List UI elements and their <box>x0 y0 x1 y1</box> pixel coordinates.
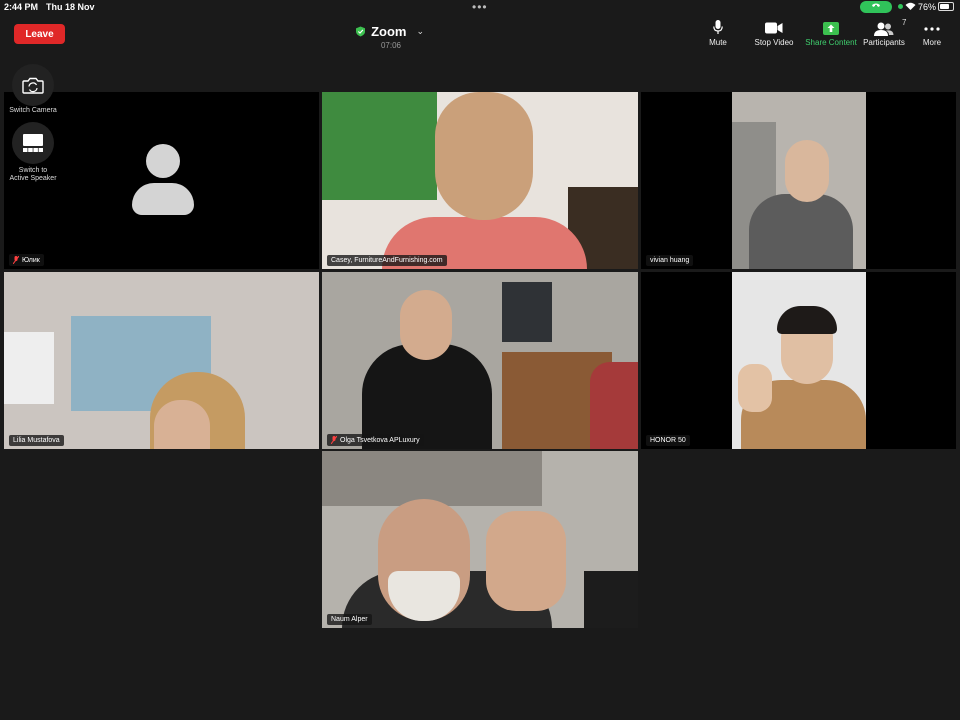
participant-name-tag: HONOR 50 <box>646 435 690 446</box>
meeting-title-text: Zoom <box>371 23 407 39</box>
switch-camera-label: Switch Camera <box>9 107 57 114</box>
mute-button[interactable]: Mute <box>703 20 733 50</box>
more-button[interactable]: More <box>918 20 946 50</box>
participant-name: Юлик <box>22 256 40 264</box>
switch-to-active-speaker-label: Switch to Active Speaker <box>2 167 64 183</box>
stop-video-button[interactable]: Stop Video <box>752 20 796 50</box>
active-speaker-label-line2: Active Speaker <box>9 175 57 182</box>
share-content-button[interactable]: Share Content <box>803 20 859 50</box>
mic-in-use-dot <box>898 4 903 9</box>
participant-tile-naum-alper[interactable]: Naum Alper <box>322 451 638 628</box>
participant-name-tag: Casey, FurnitureAndFurnishing.com <box>327 255 447 266</box>
participant-tile-casey[interactable]: Casey, FurnitureAndFurnishing.com <box>322 92 638 269</box>
video-person-hand <box>486 511 566 611</box>
video-background-wall <box>322 451 542 506</box>
avatar-head <box>146 144 180 178</box>
participants-label: Participants <box>863 38 905 47</box>
video-background-frame <box>4 332 54 404</box>
muted-mic-icon <box>13 256 19 264</box>
stop-video-label: Stop Video <box>754 38 794 47</box>
status-time: 2:44 PM <box>4 2 39 12</box>
meeting-timer: 07:06 <box>380 41 402 50</box>
video-person-hair <box>777 306 837 334</box>
switch-camera-icon <box>22 77 44 94</box>
muted-mic-icon <box>331 436 337 444</box>
status-date: Thu 18 Nov <box>46 2 95 12</box>
active-speaker-label-line1: Switch to <box>18 167 48 174</box>
participant-tile-lilia-mustafova[interactable]: Lilia Mustafova <box>4 272 319 449</box>
battery-level <box>940 4 949 9</box>
video-person-face <box>154 400 210 449</box>
wifi-icon <box>905 2 916 13</box>
battery-percent: 76% <box>918 2 937 12</box>
video-camera-icon <box>765 22 783 34</box>
battery-icon <box>938 2 954 11</box>
participant-name-tag: vivian huang <box>646 255 694 266</box>
share-screen-icon <box>823 22 839 35</box>
video-person-right <box>590 362 638 449</box>
call-indicator[interactable] <box>860 1 892 13</box>
participant-tile-olga-tsvetkova[interactable]: Olga Tsvetkova APLuxury <box>322 272 638 449</box>
multitasking-dots-icon[interactable]: ••• <box>472 0 488 14</box>
video-person-body <box>749 194 853 269</box>
mute-label: Mute <box>709 38 727 47</box>
shield-check-icon <box>356 26 366 36</box>
video-person-hand <box>738 364 772 412</box>
more-label: More <box>922 38 942 47</box>
share-content-label: Share Content <box>805 38 857 47</box>
video-person-face <box>400 290 452 360</box>
status-bar: 2:44 PM Thu 18 Nov ••• 76% <box>0 0 960 14</box>
participant-name-tag: Olga Tsvetkova APLuxury <box>327 434 424 446</box>
meeting-title[interactable]: Zoom ⌄ <box>356 22 424 40</box>
video-background-printer <box>584 571 638 628</box>
avatar-body <box>132 183 194 215</box>
video-background-painting <box>322 92 437 200</box>
participant-tile-honor-50[interactable]: HONOR 50 <box>641 272 956 449</box>
leave-button[interactable]: Leave <box>14 24 65 44</box>
video-person-face <box>785 140 829 202</box>
participants-count: 7 <box>902 18 907 27</box>
participants-icon <box>874 22 894 36</box>
participant-name: Olga Tsvetkova APLuxury <box>340 436 420 444</box>
video-background-monitor <box>502 282 552 342</box>
participant-tile-vivian-huang[interactable]: vivian huang <box>641 92 956 269</box>
active-speaker-icon <box>23 134 43 152</box>
participant-name: Casey, FurnitureAndFurnishing.com <box>331 257 443 264</box>
participant-name-tag: Lilia Mustafova <box>9 435 64 446</box>
participant-name-tag: Юлик <box>9 254 44 266</box>
switch-to-active-speaker-button[interactable] <box>12 122 54 164</box>
participant-name: Lilia Mustafova <box>13 437 60 444</box>
participants-button[interactable]: 7 Participants <box>860 18 908 50</box>
video-person-face <box>435 92 533 220</box>
participant-name-tag: Naum Alper <box>327 614 372 625</box>
participant-name: vivian huang <box>650 257 690 264</box>
switch-camera-button[interactable] <box>12 64 54 106</box>
participant-name: Naum Alper <box>331 616 368 623</box>
more-icon <box>924 27 940 31</box>
phone-icon <box>872 3 880 7</box>
chevron-down-icon: ⌄ <box>416 25 424 36</box>
microphone-icon <box>713 20 723 34</box>
participant-name: HONOR 50 <box>650 437 686 444</box>
